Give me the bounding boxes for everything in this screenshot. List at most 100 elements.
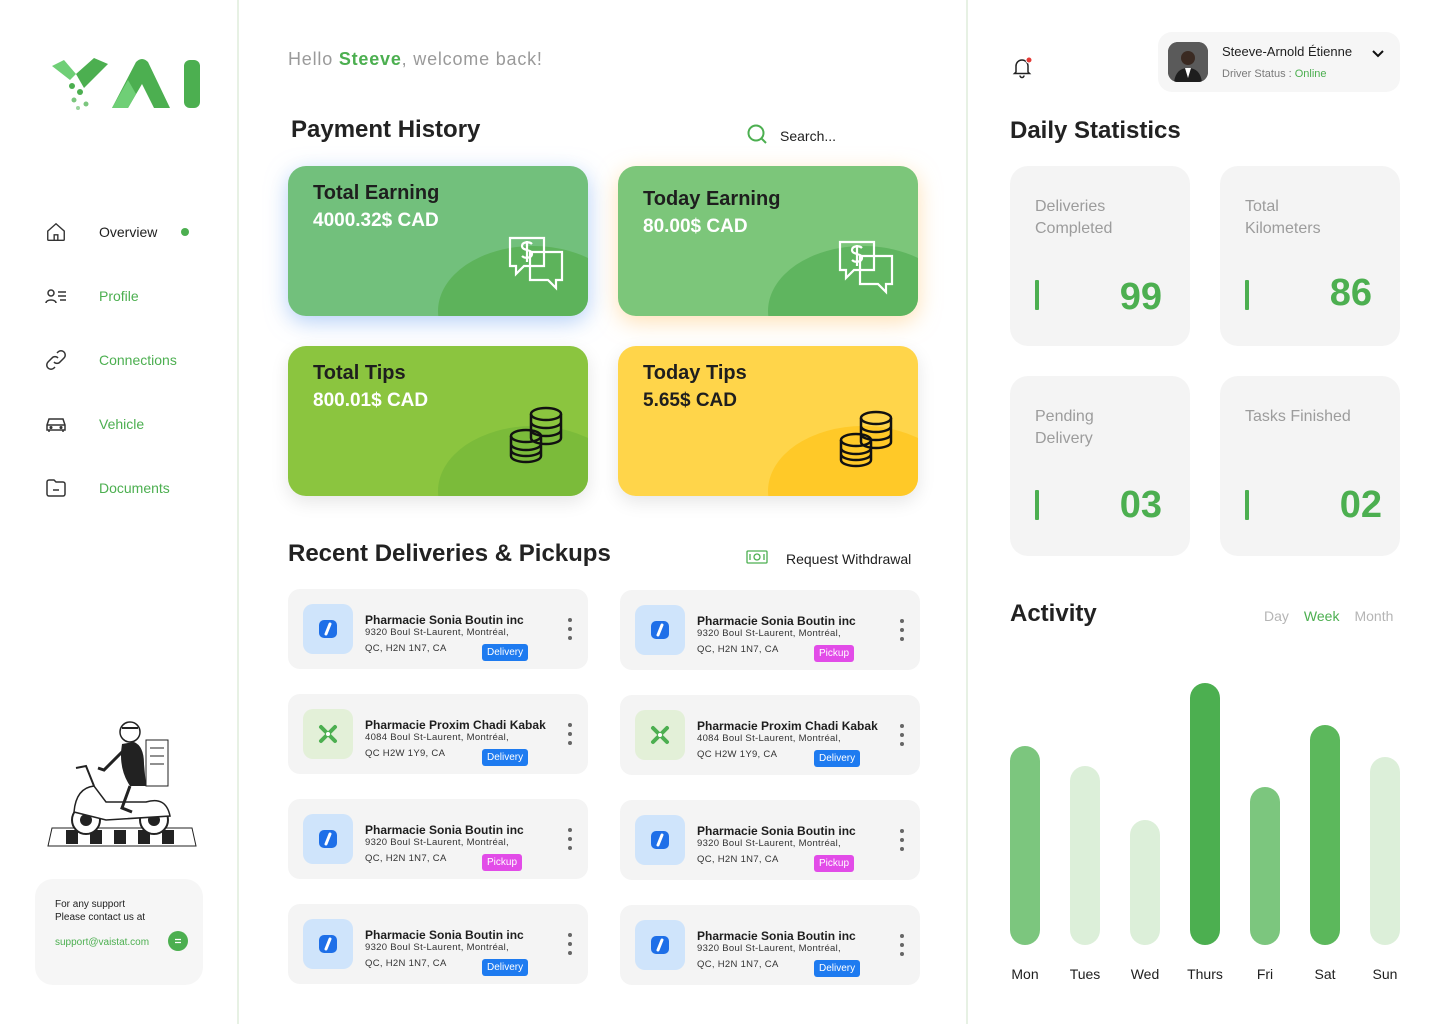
activity-day-label: Mon: [1011, 966, 1039, 982]
delivery-card[interactable]: Pharmacie Proxim Chadi Kabak 4084 Boul S…: [620, 695, 920, 775]
stat-value: 86: [1329, 272, 1372, 314]
delivery-scooter-illustration: [47, 721, 197, 847]
more-options-icon[interactable]: [566, 828, 574, 850]
stat-label: Pending Delivery: [1035, 408, 1094, 447]
sidebar-item-profile[interactable]: Profile: [44, 264, 214, 328]
today-tips-card[interactable]: Today Tips 5.65$ CAD: [618, 346, 918, 496]
type-badge: Delivery: [482, 959, 529, 976]
notification-bell-icon[interactable]: [1010, 55, 1034, 79]
pharmacy-address: QC, H2N 1N7, CA: [365, 958, 447, 969]
daily-statistics-title: Daily Statistics: [1010, 117, 1181, 144]
activity-bar-chart: Mon Tues Wed Thurs Fri Sat Sun: [1010, 660, 1410, 1000]
activity-bar-wed[interactable]: [1130, 819, 1160, 945]
today-earning-card[interactable]: Today Earning 80.00$ CAD: [618, 166, 918, 316]
pharmacy-address: QC, H2N 1N7, CA: [697, 854, 779, 865]
sidebar-item-label: Profile: [99, 288, 139, 304]
stat-value: 02: [1339, 484, 1382, 526]
activity-day-label: Tues: [1069, 966, 1101, 982]
stat-value: 03: [1119, 484, 1162, 526]
search-input[interactable]: Search...: [780, 128, 836, 144]
pharmacy-address: 4084 Boul St-Laurent, Montréal,: [697, 733, 841, 744]
more-options-icon[interactable]: [898, 724, 906, 746]
vai-logo: [52, 58, 200, 110]
right-panel: Steeve-Arnold Étienne Driver Status : On…: [970, 0, 1440, 1024]
greeting-prefix: Hello: [288, 49, 339, 69]
pharmacy-address: 4084 Boul St-Laurent, Montréal,: [365, 732, 509, 743]
chevron-down-icon[interactable]: [1370, 46, 1386, 62]
status-label: Driver Status :: [1222, 68, 1295, 80]
delivery-card[interactable]: Pharmacie Sonia Boutin inc 9320 Boul St-…: [288, 904, 588, 984]
sidebar-item-connections[interactable]: Connections: [44, 328, 214, 392]
tab-day[interactable]: Day: [1264, 608, 1289, 624]
more-options-icon[interactable]: [898, 829, 906, 851]
greeting-suffix: , welcome back!: [401, 49, 543, 69]
delivery-card[interactable]: Pharmacie Sonia Boutin inc 9320 Boul St-…: [620, 590, 920, 670]
activity-bar-thurs[interactable]: [1190, 682, 1220, 945]
user-profile-menu[interactable]: Steeve-Arnold Étienne Driver Status : On…: [1158, 32, 1400, 92]
total-earning-card[interactable]: Total Earning 4000.32$ CAD: [288, 166, 588, 316]
tab-week[interactable]: Week: [1304, 608, 1340, 624]
activity-bar-mon[interactable]: [1010, 745, 1040, 945]
activity-day-label: Fri: [1256, 966, 1274, 982]
coins-icon: [839, 410, 893, 468]
tab-month[interactable]: Month: [1354, 608, 1393, 624]
pharmacy-logo: [635, 815, 685, 865]
activity-bar-fri[interactable]: [1250, 787, 1280, 945]
support-email-link[interactable]: support@vaistat.com: [55, 937, 149, 948]
sidebar-item-overview[interactable]: Overview: [44, 200, 214, 264]
activity-title: Activity: [1010, 600, 1097, 627]
greeting: Hello Steeve, welcome back!: [288, 49, 543, 70]
delivery-card[interactable]: Pharmacie Proxim Chadi Kabak 4084 Boul S…: [288, 694, 588, 774]
more-options-icon[interactable]: [566, 723, 574, 745]
sidebar: Overview Profile Connections Vehicle Doc…: [0, 0, 239, 1024]
more-options-icon[interactable]: [566, 618, 574, 640]
money-chat-icon: [508, 236, 564, 291]
card-title: Today Tips: [643, 362, 747, 384]
more-options-icon[interactable]: [898, 934, 906, 956]
delivery-card[interactable]: Pharmacie Sonia Boutin inc 9320 Boul St-…: [288, 589, 588, 669]
pharmacy-logo: [303, 919, 353, 969]
type-badge: Delivery: [482, 749, 529, 766]
total-tips-card[interactable]: Total Tips 800.01$ CAD: [288, 346, 588, 496]
pharmacy-address: 9320 Boul St-Laurent, Montréal,: [697, 628, 841, 639]
stat-card-total-kilometers: Total Kilometers 86: [1220, 166, 1400, 346]
pharmacy-name: Pharmacie Sonia Boutin inc: [697, 614, 856, 628]
activity-bar-tues[interactable]: [1070, 766, 1100, 945]
pharmacy-address: QC, H2N 1N7, CA: [697, 644, 779, 655]
delivery-card[interactable]: Pharmacie Sonia Boutin inc 9320 Boul St-…: [620, 800, 920, 880]
pharmacy-name: Pharmacie Sonia Boutin inc: [365, 823, 524, 837]
more-options-icon[interactable]: [566, 933, 574, 955]
type-badge: Delivery: [482, 644, 529, 661]
car-icon: [44, 412, 68, 436]
payment-history-title: Payment History: [291, 116, 481, 143]
active-indicator-dot: [181, 228, 189, 236]
pharmacy-name: Pharmacie Sonia Boutin inc: [697, 824, 856, 838]
activity-bar-sun[interactable]: [1370, 756, 1400, 945]
sidebar-item-label: Vehicle: [99, 416, 145, 432]
pharmacy-address: QC, H2N 1N7, CA: [365, 853, 447, 864]
activity-bar-sat[interactable]: [1310, 724, 1340, 945]
chat-icon[interactable]: [168, 931, 188, 951]
sidebar-nav: Overview Profile Connections Vehicle Doc…: [44, 200, 214, 520]
activity-day-label: Thurs: [1187, 966, 1223, 982]
pharmacy-address: 9320 Boul St-Laurent, Montréal,: [365, 942, 509, 953]
support-text: For any support: [55, 899, 126, 910]
request-withdrawal-button[interactable]: Request Withdrawal: [746, 549, 911, 569]
sidebar-item-vehicle[interactable]: Vehicle: [44, 392, 214, 456]
pharmacy-name: Pharmacie Proxim Chadi Kabak: [697, 719, 878, 733]
withdraw-label: Request Withdrawal: [786, 551, 912, 567]
pharmacy-address: QC H2W 1Y9, CA: [697, 749, 778, 760]
activity-day-label: Sat: [1314, 966, 1336, 982]
recent-deliveries-title: Recent Deliveries & Pickups: [288, 540, 611, 567]
pharmacy-address: QC, H2N 1N7, CA: [365, 643, 447, 654]
search-box[interactable]: Search...: [746, 123, 926, 149]
pharmacy-address: 9320 Boul St-Laurent, Montréal,: [365, 837, 509, 848]
delivery-card[interactable]: Pharmacie Sonia Boutin inc 9320 Boul St-…: [620, 905, 920, 985]
sidebar-item-documents[interactable]: Documents: [44, 456, 214, 520]
pharmacy-address: 9320 Boul St-Laurent, Montréal,: [697, 838, 841, 849]
delivery-card[interactable]: Pharmacie Sonia Boutin inc 9320 Boul St-…: [288, 799, 588, 879]
stat-value: 99: [1119, 276, 1162, 318]
pharmacy-address: QC, H2N 1N7, CA: [697, 959, 779, 970]
stat-card-deliveries-completed: Deliveries Completed 99: [1010, 166, 1190, 346]
more-options-icon[interactable]: [898, 619, 906, 641]
